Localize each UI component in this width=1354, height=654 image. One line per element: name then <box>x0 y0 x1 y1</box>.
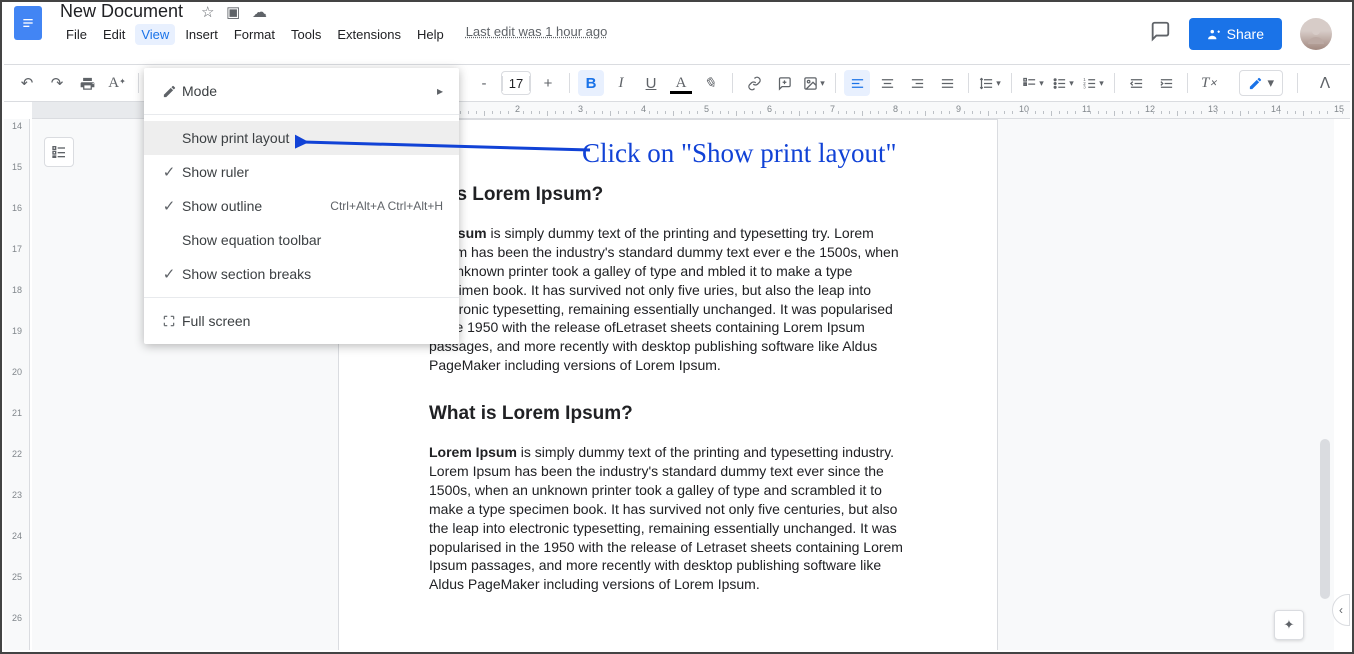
redo-button[interactable]: ↷ <box>44 70 70 96</box>
menu-file[interactable]: File <box>60 24 93 45</box>
highlight-button[interactable]: ✎ <box>693 70 728 96</box>
undo-button[interactable]: ↶ <box>14 70 40 96</box>
menu-format[interactable]: Format <box>228 24 281 45</box>
person-add-icon <box>1207 27 1221 41</box>
cloud-status-icon[interactable]: ☁ <box>252 4 267 21</box>
menu-tools[interactable]: Tools <box>285 24 327 45</box>
insert-image-button[interactable] <box>801 70 827 96</box>
menu-view[interactable]: View <box>135 24 175 45</box>
menu-show-section-breaks[interactable]: ✓ Show section breaks <box>144 257 459 291</box>
share-label: Share <box>1227 26 1264 42</box>
collapse-toolbar-button[interactable]: ᐱ <box>1312 70 1338 96</box>
check-icon: ✓ <box>156 265 182 283</box>
outline-toggle-button[interactable] <box>44 137 74 167</box>
align-right-button[interactable] <box>904 70 930 96</box>
align-center-button[interactable] <box>874 70 900 96</box>
menu-insert[interactable]: Insert <box>179 24 224 45</box>
docs-logo[interactable] <box>14 6 42 40</box>
vertical-ruler[interactable]: 14151617181920212223242526 <box>4 119 30 650</box>
document-title[interactable]: New Document <box>60 1 183 22</box>
paragraph-1[interactable]: m Ipsum is simply dummy text of the prin… <box>429 224 907 375</box>
menu-help[interactable]: Help <box>411 24 450 45</box>
side-panel-toggle[interactable]: ‹ <box>1332 594 1350 626</box>
menu-extensions[interactable]: Extensions <box>331 24 407 45</box>
heading-2[interactable]: What is Lorem Ipsum? <box>429 403 907 425</box>
add-comment-button[interactable] <box>771 70 797 96</box>
heading-1[interactable]: at is Lorem Ipsum? <box>429 184 907 206</box>
italic-button[interactable]: I <box>608 70 634 96</box>
comment-history-icon[interactable] <box>1149 20 1171 48</box>
check-icon: ✓ <box>156 197 182 215</box>
bulleted-list-button[interactable] <box>1050 70 1076 96</box>
line-spacing-button[interactable] <box>977 70 1003 96</box>
menu-show-equation-toolbar[interactable]: Show equation toolbar <box>144 223 459 257</box>
print-button[interactable] <box>74 70 100 96</box>
share-button[interactable]: Share <box>1189 18 1282 50</box>
spellcheck-button[interactable]: A✦ <box>104 70 130 96</box>
insert-link-button[interactable] <box>741 70 767 96</box>
svg-text:3: 3 <box>1083 84 1086 89</box>
pen-icon <box>1248 76 1263 91</box>
submenu-arrow-icon: ▸ <box>437 84 443 98</box>
font-size-decrease[interactable]: - <box>471 70 497 96</box>
fullscreen-icon <box>156 314 182 328</box>
shortcut-label: Ctrl+Alt+A Ctrl+Alt+H <box>330 199 443 213</box>
font-size-input[interactable]: 17 <box>501 71 531 95</box>
menu-full-screen[interactable]: Full screen <box>144 304 459 338</box>
menu-mode[interactable]: Mode ▸ <box>144 74 459 108</box>
clear-formatting-button[interactable]: T✕ <box>1196 70 1222 96</box>
menu-show-print-layout[interactable]: Show print layout <box>144 121 459 155</box>
checklist-button[interactable] <box>1020 70 1046 96</box>
align-left-button[interactable] <box>844 70 870 96</box>
indent-increase-button[interactable] <box>1153 70 1179 96</box>
underline-button[interactable]: U <box>638 70 664 96</box>
paragraph-2[interactable]: Lorem Ipsum is simply dummy text of the … <box>429 443 907 594</box>
move-icon[interactable]: ▣ <box>226 4 240 21</box>
editing-mode-button[interactable]: ▾ <box>1239 70 1283 96</box>
text-color-button[interactable]: A <box>668 70 694 96</box>
indent-decrease-button[interactable] <box>1123 70 1149 96</box>
menu-edit[interactable]: Edit <box>97 24 131 45</box>
explore-button[interactable]: ✦ <box>1274 610 1304 640</box>
menu-bar: File Edit View Insert Format Tools Exten… <box>60 24 607 45</box>
bold-button[interactable]: B <box>578 70 604 96</box>
star-icon[interactable]: ☆ <box>201 4 214 21</box>
numbered-list-button[interactable]: 123 <box>1080 70 1106 96</box>
account-avatar[interactable] <box>1300 18 1332 50</box>
font-size-increase[interactable]: + <box>535 70 561 96</box>
menu-show-ruler[interactable]: ✓ Show ruler <box>144 155 459 189</box>
vertical-scrollbar[interactable] <box>1320 439 1330 599</box>
menu-show-outline[interactable]: ✓ Show outline Ctrl+Alt+A Ctrl+Alt+H <box>144 189 459 223</box>
last-edit-link[interactable]: Last edit was 1 hour ago <box>466 24 608 45</box>
check-icon: ✓ <box>156 163 182 181</box>
align-justify-button[interactable] <box>934 70 960 96</box>
pencil-icon <box>156 84 182 99</box>
view-dropdown-menu: Mode ▸ Show print layout ✓ Show ruler ✓ … <box>144 68 459 344</box>
